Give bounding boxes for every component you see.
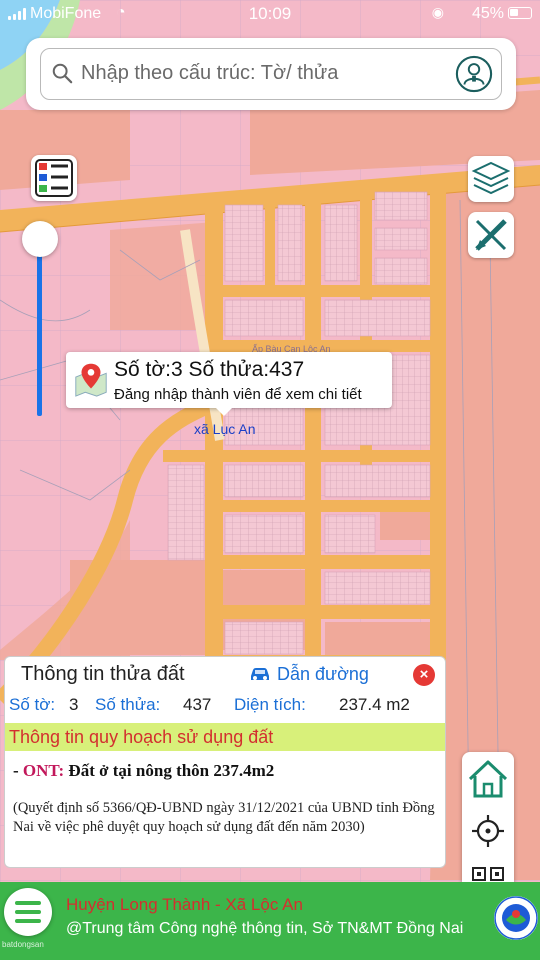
orientation-lock-icon: ◉ [431,4,444,20]
legend-icon [35,159,73,197]
map-pin-icon [75,363,107,397]
watermark: batdongsan [2,940,44,949]
car-icon [251,668,269,680]
parcel-summary-row: Số tờ: 3 Số thửa: 437 Diện tích: 237.4 m… [5,695,445,719]
measure-icon [475,219,507,251]
menu-button[interactable] [4,888,52,936]
home-icon [468,760,508,798]
opacity-slider-track[interactable] [37,240,42,416]
legend-button[interactable] [31,155,77,201]
area-label: Diện tích: [234,695,306,714]
land-use-code: ONT: [22,761,65,780]
opacity-slider-handle[interactable] [22,221,58,257]
info-panel-title: Thông tin thửa đất [21,663,185,685]
locate-icon [472,815,504,847]
status-bar: MobiFone ◔ 10:09 ◉ 45% [0,0,540,30]
sheet-label: Số tờ: [9,695,56,714]
search-input[interactable] [81,49,441,98]
place-label: xã Lục An [194,421,256,437]
bottom-bar: batdongsan Huyện Long Thành - Xã Lộc An … [0,882,540,960]
layers-button[interactable] [468,156,514,202]
land-use-prefix: - [13,761,23,780]
land-use-section-header: Thông tin quy hoạch sử dụng đất [5,723,445,751]
area-value: 237.4 m2 [339,695,410,714]
parcel-info-panel: Thông tin thửa đất Dẫn đường × Số tờ: 3 … [4,656,446,868]
location-title: Huyện Long Thành - Xã Lộc An [66,895,303,914]
info-panel-header: Thông tin thửa đất Dẫn đường × [5,657,445,691]
home-button[interactable] [465,756,511,802]
search-field-box[interactable] [40,48,502,100]
battery-icon [508,7,532,19]
decision-note: (Quyết định số 5366/QĐ-UBND ngày 31/12/2… [13,800,435,835]
land-use-description: Đất ở tại nông thôn 237.4m2 [64,761,275,780]
measure-button[interactable] [468,212,514,258]
locate-button[interactable] [465,808,511,854]
land-use-entry: - ONT: Đất ở tại nông thôn 237.4m2 [13,761,274,781]
clock: 10:09 [248,4,292,23]
search-icon [52,63,73,84]
parcel-value: 437 [183,695,212,714]
user-account-icon[interactable] [455,55,493,93]
credit-text: @Trung tâm Công nghệ thông tin, Sở TN&MT… [66,920,464,937]
popup-title: Số tờ:3 Số thửa:437 [114,358,305,381]
directions-label: Dẫn đường [277,664,369,684]
parcel-popup[interactable]: Số tờ:3 Số thửa:437 Đăng nhập thành viên… [66,352,392,416]
battery-percent: 45% [471,5,504,22]
popup-subtitle[interactable]: Đăng nhập thành viên để xem chi tiết [114,386,362,403]
layers-icon [471,161,511,195]
land-use-section-title: Thông tin quy hoạch sử dụng đất [9,727,274,747]
close-icon[interactable]: × [413,664,435,686]
sheet-value: 3 [69,695,79,714]
parcel-label: Số thửa: [95,695,161,714]
search-bar [26,38,516,110]
department-logo [494,896,538,940]
